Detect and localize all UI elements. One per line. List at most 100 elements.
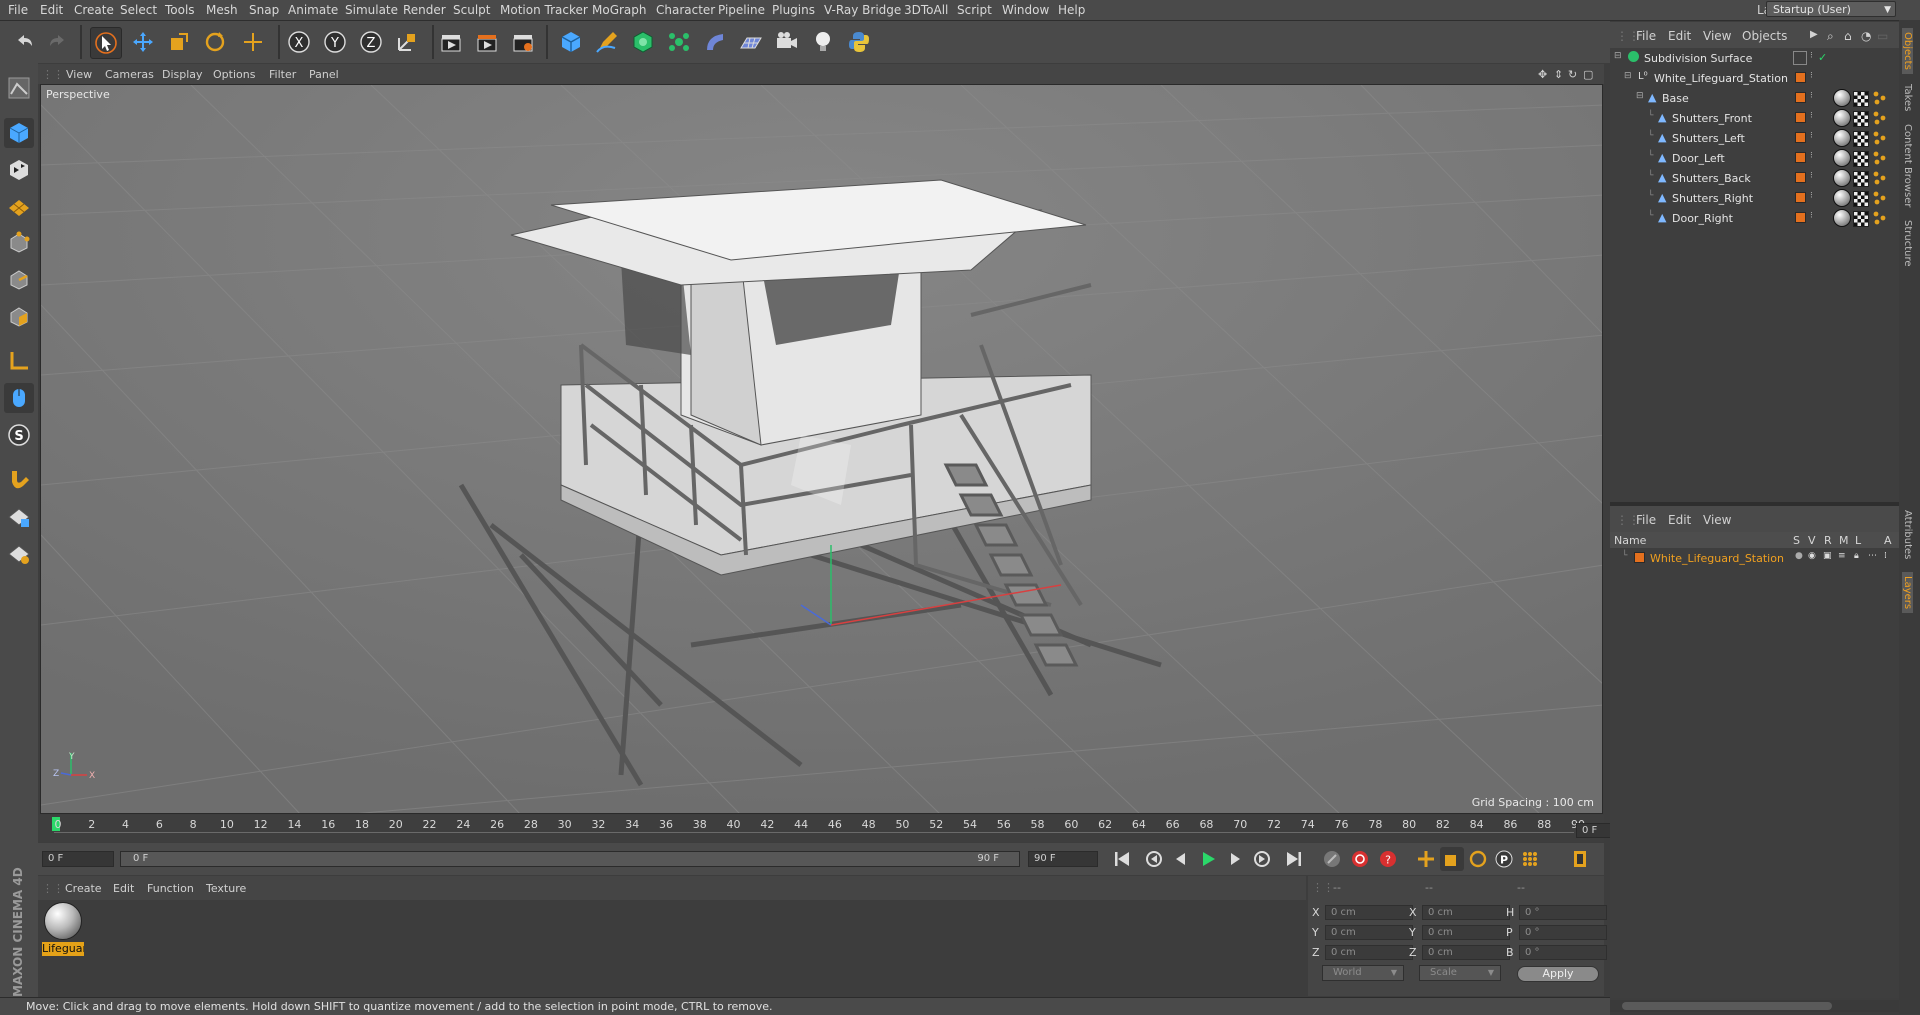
menu-mesh[interactable]: Mesh xyxy=(206,3,238,17)
uvw-tag-icon[interactable] xyxy=(1853,131,1869,147)
size-z-field[interactable]: 0 cm xyxy=(1422,945,1510,960)
tab-objects[interactable]: Objects xyxy=(1902,28,1913,74)
animation-toggle-icon[interactable]: ⁞ xyxy=(1884,551,1887,561)
visibility-dots-icon[interactable]: ⁝ xyxy=(1810,111,1813,121)
view-toggle-icon[interactable]: ◉ xyxy=(1808,551,1816,561)
polygons-mode-button[interactable] xyxy=(4,302,34,332)
layer-color-icon[interactable] xyxy=(1795,72,1806,83)
layer-color-icon[interactable] xyxy=(1795,152,1806,163)
material-tag-icon[interactable] xyxy=(1833,129,1851,147)
move-tool-button[interactable] xyxy=(128,27,158,57)
planar-workplane-button[interactable] xyxy=(4,539,34,569)
coordinate-system-button[interactable] xyxy=(392,27,422,57)
prev-key-button[interactable] xyxy=(1142,847,1166,871)
texture-tag-icon[interactable] xyxy=(1873,111,1887,125)
layer-color-icon[interactable] xyxy=(1795,172,1806,183)
workplane-button[interactable] xyxy=(4,191,34,221)
menu-create[interactable]: Create xyxy=(74,3,114,17)
key-pla-button[interactable] xyxy=(1518,847,1542,871)
tree-row-door-right[interactable]: └ ▲ Door_Right ⁝ xyxy=(1610,208,1899,228)
key-rotation-button[interactable] xyxy=(1466,847,1490,871)
manager-toggle-icon[interactable]: ≡ xyxy=(1838,551,1846,561)
collapse-icon[interactable]: ▭ xyxy=(1877,29,1888,43)
deformer-button[interactable] xyxy=(700,27,730,57)
menu-motion-tracker[interactable]: Motion Tracker xyxy=(500,3,588,17)
viewport-menu-filter[interactable]: Filter xyxy=(269,68,296,81)
texture-mode-button[interactable] xyxy=(4,155,34,185)
rot-b-field[interactable]: 0 ° xyxy=(1519,945,1607,960)
visibility-dots-icon[interactable]: ⁝ xyxy=(1810,71,1813,81)
uvw-tag-icon[interactable] xyxy=(1853,191,1869,207)
menu-render[interactable]: Render xyxy=(403,3,446,17)
enabled-check-icon[interactable]: ✓ xyxy=(1818,51,1827,64)
render-view-button[interactable] xyxy=(436,27,466,57)
viewport-maximize-icon[interactable]: ▢ xyxy=(1583,68,1593,81)
object-menu-file[interactable]: File xyxy=(1636,29,1656,43)
menu-mograph[interactable]: MoGraph xyxy=(592,3,647,17)
material-menu-edit[interactable]: Edit xyxy=(113,882,134,895)
live-selection-button[interactable] xyxy=(90,27,122,59)
layer-row[interactable]: └ White_Lifeguard_Station ● ◉ ▣ ≡ 🔒︎ ⋯ ⁞ xyxy=(1610,548,1899,568)
record-keys-button[interactable] xyxy=(1320,847,1344,871)
material-tag-icon[interactable] xyxy=(1833,109,1851,127)
layer-color-icon[interactable] xyxy=(1795,192,1806,203)
texture-tag-icon[interactable] xyxy=(1873,191,1887,205)
expand-icon[interactable]: ⊟ xyxy=(1614,51,1622,61)
uvw-tag-icon[interactable] xyxy=(1853,211,1869,227)
menu-help[interactable]: Help xyxy=(1058,3,1085,17)
tab-layers[interactable]: Layers xyxy=(1902,572,1913,614)
pos-z-field[interactable]: 0 cm xyxy=(1325,945,1413,960)
go-to-start-button[interactable] xyxy=(1110,847,1134,871)
material-item[interactable]: Lifeguar xyxy=(38,900,98,960)
tree-row-shutters-back[interactable]: └ ▲ Shutters_Back ⁝ xyxy=(1610,168,1899,188)
tree-row-shutters-left[interactable]: └ ▲ Shutters_Left ⁝ xyxy=(1610,128,1899,148)
uvw-tag-icon[interactable] xyxy=(1853,91,1869,107)
cube-object-button[interactable] xyxy=(556,27,586,57)
viewport-orbit-icon[interactable]: ↻ xyxy=(1568,68,1577,81)
object-menu-view[interactable]: View xyxy=(1703,29,1731,43)
tree-row-shutters-front[interactable]: └ ▲ Shutters_Front ⁝ xyxy=(1610,108,1899,128)
model-mode-button[interactable] xyxy=(4,118,34,148)
tweak-mode-button[interactable] xyxy=(4,383,34,413)
menu-plugins[interactable]: Plugins xyxy=(772,3,815,17)
menu-window[interactable]: Window xyxy=(1002,3,1049,17)
search-icon[interactable]: ⌕ xyxy=(1827,29,1834,44)
tree-row-door-left[interactable]: └ ▲ Door_Left ⁝ xyxy=(1610,148,1899,168)
viewport-menu-options[interactable]: Options xyxy=(213,68,255,81)
visibility-dots-icon[interactable]: ⁝ xyxy=(1810,131,1813,141)
visibility-dots-icon[interactable]: ⁝ xyxy=(1810,151,1813,161)
frame-range-slider[interactable]: 0 F 90 F xyxy=(120,851,1020,867)
tree-row-white-lifeguard-station[interactable]: ⊟ L⁰ White_Lifeguard_Station ⁝ xyxy=(1610,68,1899,88)
recent-tool-button[interactable] xyxy=(238,27,268,57)
snap-button[interactable]: S xyxy=(4,420,34,450)
menu-3dtoall[interactable]: 3DToAll xyxy=(904,3,948,17)
lock-toggle-icon[interactable]: 🔒︎ xyxy=(1854,551,1859,561)
more-arrow-icon[interactable]: ▶ xyxy=(1810,29,1818,40)
redo-button[interactable] xyxy=(43,27,73,57)
layer-color-icon[interactable] xyxy=(1795,92,1806,103)
camera-button[interactable] xyxy=(772,27,802,57)
points-mode-button[interactable] xyxy=(4,228,34,258)
pen-spline-button[interactable] xyxy=(592,27,622,57)
light-button[interactable] xyxy=(808,27,838,57)
layer-color-icon[interactable] xyxy=(1793,51,1807,65)
layer-color-icon[interactable] xyxy=(1795,212,1806,223)
visibility-dots-icon[interactable]: ⁝ xyxy=(1810,211,1813,221)
layer-color-icon[interactable] xyxy=(1795,132,1806,143)
edges-mode-button[interactable] xyxy=(4,265,34,295)
python-button[interactable] xyxy=(844,27,874,57)
subdivision-surface-button[interactable] xyxy=(628,27,658,57)
key-parameter-button[interactable]: P xyxy=(1492,847,1516,871)
visibility-dots-icon[interactable]: ⁝ xyxy=(1810,91,1813,101)
texture-tag-icon[interactable] xyxy=(1873,151,1887,165)
material-tag-icon[interactable] xyxy=(1833,149,1851,167)
solo-toggle-icon[interactable]: ● xyxy=(1795,551,1803,561)
menu-file[interactable]: File xyxy=(8,3,28,17)
grip-handle-icon[interactable]: ⋮⋮ xyxy=(42,882,64,895)
tab-takes[interactable]: Takes xyxy=(1902,84,1913,111)
viewport-menu-cameras[interactable]: Cameras xyxy=(105,68,154,81)
object-menu-edit[interactable]: Edit xyxy=(1668,29,1691,43)
visibility-dots-icon[interactable]: ⁝ xyxy=(1810,191,1813,201)
layer-menu-file[interactable]: File xyxy=(1636,513,1656,527)
material-tag-icon[interactable] xyxy=(1833,189,1851,207)
